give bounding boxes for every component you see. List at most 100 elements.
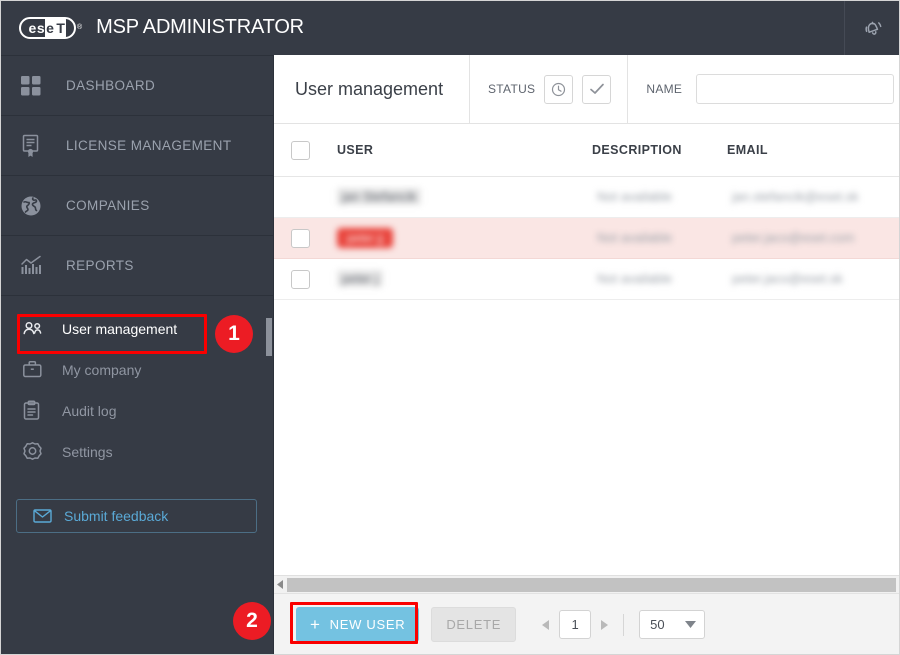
chart-icon	[20, 255, 54, 277]
column-header-email[interactable]: EMAIL	[727, 141, 900, 159]
status-filter-group: STATUS	[470, 55, 629, 123]
user-name-badge-redacted: peter jj	[337, 228, 394, 248]
table-row[interactable]: peter jj Not available peter.jaco@eset.c…	[274, 218, 900, 259]
description-redacted: Not available	[597, 271, 673, 286]
sidebar-item-dashboard[interactable]: DASHBOARD	[0, 56, 273, 116]
logo-text-left: es	[28, 19, 46, 36]
notification-bell-icon[interactable]	[844, 0, 900, 55]
cell-email: peter.jaco@eset.sk	[727, 270, 900, 288]
status-active-filter-button[interactable]	[582, 74, 612, 104]
scroll-left-arrow-icon[interactable]	[274, 576, 287, 594]
sidebar-item-label: Settings	[62, 443, 113, 460]
new-user-button[interactable]: + NEW USER	[296, 607, 420, 642]
name-filter-group: NAME	[628, 55, 900, 123]
brand: ese T ® MSP ADMINISTRATOR	[0, 16, 304, 39]
user-name-redacted: peter j	[337, 270, 384, 287]
app-window: ese T ® MSP ADMINISTRATOR DASHBOARD LICE…	[0, 0, 900, 655]
table-row[interactable]: peter j Not available peter.jaco@eset.sk	[274, 259, 900, 300]
cell-user: jan Stefancik	[327, 188, 592, 206]
cell-email: jan.stefancik@eset.sk	[727, 188, 900, 206]
pagination-divider	[623, 613, 625, 636]
sidebar-item-companies[interactable]: COMPANIES	[0, 176, 273, 236]
status-filter-label: STATUS	[488, 82, 536, 96]
chevron-down-icon	[685, 621, 697, 628]
column-label: USER	[337, 143, 374, 157]
sidebar-scrollbar[interactable]	[266, 55, 273, 655]
new-user-label: NEW USER	[329, 617, 406, 632]
select-all-checkbox[interactable]	[291, 140, 310, 160]
body: DASHBOARD LICENSE MANAGEMENT COMPANIES R…	[0, 55, 900, 655]
sidebar: DASHBOARD LICENSE MANAGEMENT COMPANIES R…	[0, 55, 273, 655]
sidebar-item-license-management[interactable]: LICENSE MANAGEMENT	[0, 116, 273, 176]
pagination: 50	[542, 610, 706, 639]
row-checkbox[interactable]	[291, 228, 310, 248]
name-filter-label: NAME	[646, 82, 683, 96]
users-icon	[22, 320, 48, 338]
column-header-user[interactable]: USER	[327, 141, 592, 159]
main-header: User management STATUS NAME	[274, 55, 900, 124]
table-row[interactable]: jan Stefancik Not available jan.stefanci…	[274, 177, 900, 218]
main-content: User management STATUS NAME USER DESCRIP…	[273, 55, 900, 655]
cell-user: peter jj	[327, 228, 592, 248]
name-search-input[interactable]	[696, 74, 895, 104]
submit-feedback-button[interactable]: Submit feedback	[16, 499, 257, 533]
column-label: DESCRIPTION	[592, 143, 682, 157]
previous-page-icon[interactable]	[542, 619, 550, 630]
email-redacted: jan.stefancik@eset.sk	[732, 189, 859, 204]
horizontal-scrollbar[interactable]	[274, 575, 900, 593]
app-title: MSP ADMINISTRATOR	[96, 16, 304, 38]
top-bar-right	[844, 0, 900, 55]
status-pending-filter-button[interactable]	[544, 74, 574, 104]
page-size-select[interactable]: 50	[639, 610, 706, 639]
sidebar-item-label: COMPANIES	[66, 198, 150, 213]
check-icon	[589, 82, 605, 96]
page-title: User management	[274, 55, 470, 123]
cell-description: Not available	[592, 229, 727, 247]
delete-button[interactable]: DELETE	[431, 607, 517, 642]
sidebar-item-label: User management	[62, 320, 178, 337]
cell-description: Not available	[592, 270, 727, 288]
column-label: EMAIL	[727, 143, 768, 157]
annotation-badge-2: 2	[233, 602, 271, 640]
clock-icon	[551, 82, 566, 97]
grid-icon	[20, 75, 54, 97]
row-select-cell	[274, 228, 327, 248]
row-checkbox[interactable]	[291, 269, 310, 289]
sidebar-scrollbar-thumb[interactable]	[266, 318, 272, 356]
select-all-cell	[274, 140, 327, 160]
plus-icon: +	[310, 615, 321, 634]
sidebar-item-label: REPORTS	[66, 258, 134, 273]
sidebar-item-my-company[interactable]: My company	[0, 349, 273, 390]
cell-email: peter.jaco@eset.com	[727, 229, 900, 247]
briefcase-icon	[22, 360, 48, 379]
sidebar-item-label: DASHBOARD	[66, 78, 156, 93]
clipboard-icon	[22, 400, 48, 421]
column-header-description[interactable]: DESCRIPTION	[592, 141, 727, 159]
user-name-redacted: jan Stefancik	[337, 188, 422, 205]
next-page-icon[interactable]	[600, 619, 609, 630]
sidebar-item-settings[interactable]: Settings	[0, 431, 273, 472]
table-body: jan Stefancik Not available jan.stefanci…	[274, 177, 900, 575]
submit-feedback-label: Submit feedback	[64, 508, 169, 524]
row-select-cell	[274, 269, 327, 289]
sidebar-main-nav: DASHBOARD LICENSE MANAGEMENT COMPANIES R…	[0, 55, 273, 296]
page-number-input[interactable]	[559, 610, 592, 639]
bottom-toolbar: + NEW USER DELETE 50	[274, 593, 900, 655]
sidebar-item-reports[interactable]: REPORTS	[0, 236, 273, 296]
cell-description: Not available	[592, 188, 727, 206]
envelope-icon	[33, 509, 52, 523]
logo-text-right: T	[55, 18, 67, 37]
gear-icon	[22, 441, 48, 462]
sidebar-item-label: My company	[62, 361, 142, 378]
description-redacted: Not available	[597, 189, 673, 204]
top-bar: ese T ® MSP ADMINISTRATOR	[0, 0, 900, 55]
sidebar-item-audit-log[interactable]: Audit log	[0, 390, 273, 431]
annotation-badge-1: 1	[215, 315, 253, 353]
users-table: USER DESCRIPTION EMAIL jan Stefancik Not…	[274, 124, 900, 593]
globe-icon	[20, 195, 54, 217]
page-size-value: 50	[650, 617, 665, 632]
email-redacted: peter.jaco@eset.sk	[732, 271, 843, 286]
horizontal-scrollbar-thumb[interactable]	[287, 577, 896, 592]
submit-feedback-wrapper: Submit feedback	[0, 472, 273, 533]
sidebar-item-label: LICENSE MANAGEMENT	[66, 138, 232, 153]
